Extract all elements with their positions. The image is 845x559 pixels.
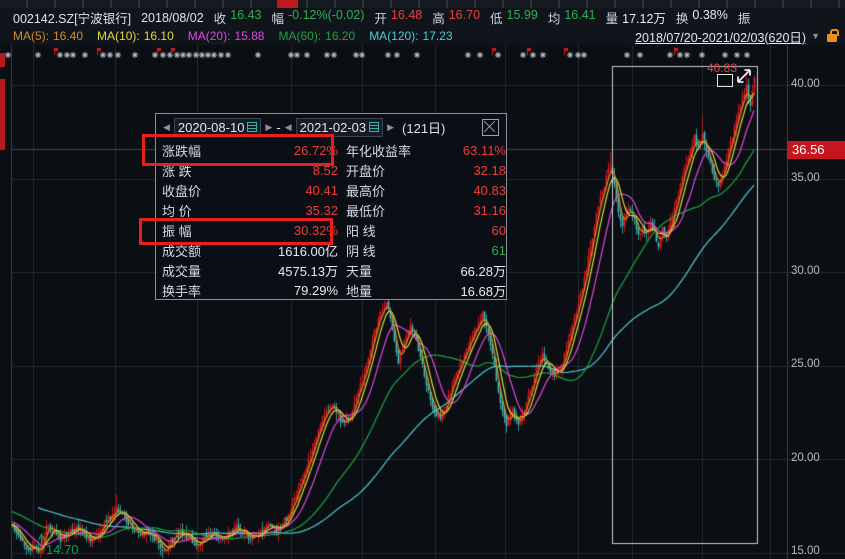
quote-field-high: 高16.70 <box>432 8 480 27</box>
range-day-count: (121日) <box>402 118 445 137</box>
prev-end-date-arrow[interactable]: ◀ <box>285 122 292 133</box>
ma10-value: MA(10):16.10 <box>97 29 174 43</box>
quote-field-close: 收16.43 <box>214 8 262 27</box>
toolbar-active-item-fragment <box>277 0 298 8</box>
date-separator: - <box>276 120 280 135</box>
quote-field-volume: 量17.12万 <box>606 8 666 27</box>
stats-row: 均 价35.32最低价31.16 <box>156 200 506 220</box>
clipped-toolbar-strip <box>0 0 845 8</box>
next-start-date-arrow[interactable]: ▶ <box>265 122 272 133</box>
unlock-icon[interactable] <box>827 34 837 42</box>
calendar-icon[interactable] <box>369 122 379 132</box>
chevron-down-icon[interactable]: ▼ <box>811 31 820 41</box>
calendar-icon[interactable] <box>247 122 257 132</box>
stats-row: 换手率79.29%地量16.68万 <box>156 280 506 300</box>
highlight-box-change-pct <box>142 134 334 166</box>
quote-field-open: 开16.48 <box>374 8 422 27</box>
stats-row: 成交量4575.13万天量66.28万 <box>156 260 506 280</box>
current-price-badge: 36.56 <box>787 141 845 159</box>
quote-date: 2018/08/02 <box>141 11 204 25</box>
quote-field-low: 低15.99 <box>490 8 538 27</box>
low-price-annotation: 14.70 <box>46 542 79 557</box>
stock-chart-window: 002142.SZ[宁波银行] 2018/08/02 收16.43 幅-0.12… <box>0 0 845 559</box>
ma20-value: MA(20):15.88 <box>188 29 265 43</box>
y-axis-tick-15: 15.00 <box>791 545 820 557</box>
ma5-value: MA(5):16.40 <box>13 29 83 43</box>
y-axis-tick-30: 30.00 <box>791 265 820 277</box>
y-axis-tick-20: 20.00 <box>791 452 820 464</box>
visible-range-selector[interactable]: 2018/07/20-2021/02/03(620日) <box>635 27 806 46</box>
prev-start-date-arrow[interactable]: ◀ <box>163 122 170 133</box>
resize-cursor-icon <box>733 65 755 87</box>
highlight-box-amplitude <box>139 218 333 245</box>
y-axis-tick-40: 40.00 <box>791 78 820 90</box>
ma120-value: MA(120):17.23 <box>369 29 452 43</box>
y-axis-tick-25: 25.00 <box>791 358 820 370</box>
stats-row: 收盘价40.41最高价40.83 <box>156 180 506 200</box>
left-edge-marker <box>0 79 5 150</box>
y-axis-tick-35: 35.00 <box>791 172 820 184</box>
close-icon[interactable] <box>482 119 499 136</box>
ma-indicator-bar: MA(5):16.40 MA(10):16.10 MA(20):15.88 MA… <box>0 27 845 45</box>
quote-field-amplitude: 振 <box>738 8 751 27</box>
quote-bar: 002142.SZ[宁波银行] 2018/08/02 收16.43 幅-0.12… <box>0 8 845 27</box>
selection-resize-handle[interactable] <box>717 74 733 87</box>
quote-field-change: 幅-0.12%(-0.02) <box>271 8 364 27</box>
left-edge-marker <box>0 53 5 67</box>
symbol-name[interactable]: 002142.SZ[宁波银行] <box>13 8 131 27</box>
ma60-value: MA(60):16.20 <box>278 29 355 43</box>
next-end-date-arrow[interactable]: ▶ <box>387 122 394 133</box>
quote-field-turnover: 换0.38% <box>676 8 728 27</box>
quote-field-avg: 均16.41 <box>548 8 596 27</box>
